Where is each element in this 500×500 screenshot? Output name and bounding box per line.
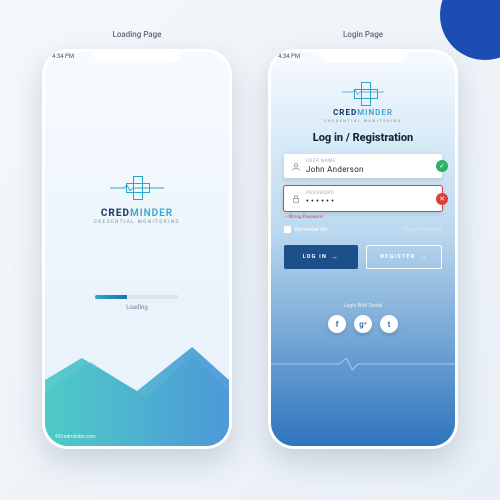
register-button-label: REGISTER [380, 254, 415, 260]
lock-icon [291, 194, 301, 204]
ecg-pulse-icon [342, 89, 384, 95]
caption-login: Login Page [343, 30, 383, 39]
phone-login: 4:34 PM CREDMINDER CREDENTIAL MON [268, 49, 458, 449]
brand-part2: MINDER [130, 208, 173, 219]
brand-logo: CREDMINDER CREDENTIAL MONITORING [324, 80, 402, 123]
loading-progress-fill [95, 295, 127, 299]
remember-me-checkbox[interactable]: Remember Me [284, 226, 328, 233]
phone-loading: 4:34 PM CREDMINDER CREDENTIAL MON [42, 49, 232, 449]
brand-logo: CREDMINDER CREDENTIAL MONITORING [94, 172, 180, 225]
copyright-text: ©Credminder.com [55, 434, 96, 440]
password-field[interactable]: PASSWORD •••••• ✕ [284, 186, 442, 211]
brand-part2: MINDER [357, 108, 393, 117]
brand-tagline: CREDENTIAL MONITORING [94, 220, 180, 225]
ecg-line-decor [271, 356, 455, 372]
arrow-right-icon: → [419, 253, 427, 261]
brand-part1: CRED [333, 108, 357, 117]
wave-decor-front [45, 336, 229, 446]
login-button-label: LOG IN [303, 254, 327, 260]
error-icon: ✕ [436, 193, 448, 205]
caption-loading: Loading Page [113, 30, 162, 39]
logo-cross-icon [122, 172, 152, 202]
register-button[interactable]: REGISTER → [366, 245, 442, 269]
password-label: PASSWORD [306, 191, 435, 196]
brand-tagline: CREDENTIAL MONITORING [324, 118, 402, 123]
loading-label: Loading [95, 304, 179, 311]
google-login-button[interactable]: g⁺ [354, 315, 372, 333]
checkbox-icon [284, 226, 291, 233]
login-button[interactable]: LOG IN → [284, 245, 358, 269]
loading-progress-bar [95, 295, 179, 299]
phone-notch [318, 49, 408, 63]
user-icon [291, 162, 301, 172]
facebook-icon: f [336, 320, 339, 329]
login-heading: Log in / Registration [313, 131, 413, 144]
ecg-pulse-icon [110, 185, 164, 191]
social-login-label: Login With Social [344, 303, 382, 309]
username-field[interactable]: USER NAME John Anderson ✓ [284, 154, 442, 178]
twitter-login-button[interactable]: t [380, 315, 398, 333]
brand-part1: CRED [101, 208, 130, 219]
logo-cross-icon [352, 80, 374, 102]
password-error-msg: • Wrong Password [286, 215, 442, 220]
username-value: John Anderson [306, 165, 435, 174]
facebook-login-button[interactable]: f [328, 315, 346, 333]
status-time: 4:34 PM [52, 53, 74, 60]
twitter-icon: t [388, 320, 391, 329]
phone-notch [92, 49, 182, 63]
check-icon: ✓ [436, 160, 448, 172]
password-value: •••••• [306, 197, 435, 207]
status-time: 4:34 PM [278, 53, 300, 60]
username-label: USER NAME [306, 159, 435, 164]
remember-label: Remember Me [295, 227, 328, 233]
google-icon: g⁺ [359, 320, 367, 329]
forgot-password-link[interactable]: Forgot Password [404, 227, 442, 233]
arrow-right-icon: → [331, 253, 339, 261]
